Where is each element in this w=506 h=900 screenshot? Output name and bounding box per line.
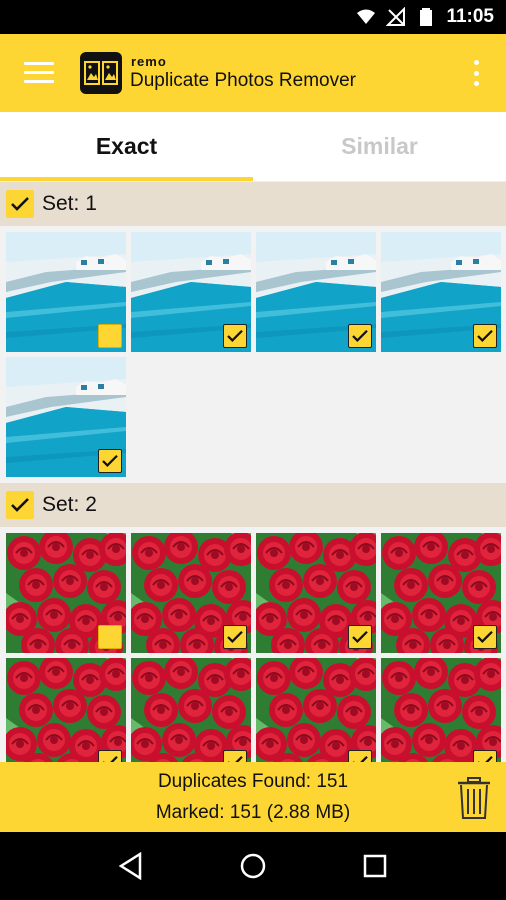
screen: 11:05 remo Duplicate Photos Remover Exac…	[0, 0, 506, 900]
photo-thumbnail[interactable]	[256, 232, 376, 352]
tab-bar: Exact Similar	[0, 112, 506, 182]
photo-thumbnail[interactable]	[6, 658, 126, 762]
summary-bar: Duplicates Found: 151 Marked: 151 (2.88 …	[0, 762, 506, 832]
battery-icon	[420, 8, 433, 26]
photo-checkbox[interactable]	[348, 750, 372, 762]
tab-similar[interactable]: Similar	[253, 112, 506, 181]
photo-thumbnail[interactable]	[256, 658, 376, 762]
photo-thumbnail[interactable]	[6, 232, 126, 352]
home-icon[interactable]	[233, 846, 273, 886]
back-icon[interactable]	[111, 846, 151, 886]
photo-thumbnail[interactable]	[256, 533, 376, 653]
set-label: Set: 2	[42, 493, 97, 516]
duplicates-found-text: Duplicates Found: 151	[157, 771, 349, 792]
photo-checkbox[interactable]	[348, 324, 372, 348]
photo-grid	[0, 226, 506, 483]
photo-checkbox[interactable]	[98, 750, 122, 762]
checkmark-icon	[11, 197, 29, 211]
recent-apps-icon[interactable]	[355, 846, 395, 886]
photo-checkbox[interactable]	[98, 625, 122, 649]
photo-checkbox[interactable]	[348, 625, 372, 649]
set-checkbox[interactable]	[6, 491, 34, 519]
menu-icon[interactable]	[24, 62, 54, 84]
app-logo-icon	[80, 52, 122, 94]
clock: 11:05	[446, 6, 494, 27]
checkmark-icon	[11, 498, 29, 512]
photo-checkbox[interactable]	[223, 324, 247, 348]
photo-grid	[0, 527, 506, 762]
navigation-bar	[0, 832, 506, 900]
photo-thumbnail[interactable]	[6, 357, 126, 477]
more-options-icon[interactable]	[472, 60, 480, 86]
tab-exact[interactable]: Exact	[0, 112, 253, 181]
photo-checkbox[interactable]	[223, 750, 247, 762]
photo-checkbox[interactable]	[98, 449, 122, 473]
set-header: Set: 2	[0, 483, 506, 527]
photo-checkbox[interactable]	[223, 625, 247, 649]
status-bar: 11:05	[0, 0, 506, 34]
photo-thumbnail[interactable]	[6, 533, 126, 653]
photo-thumbnail[interactable]	[381, 658, 501, 762]
photo-thumbnail[interactable]	[381, 533, 501, 653]
photo-checkbox[interactable]	[473, 750, 497, 762]
delete-icon[interactable]	[456, 776, 492, 820]
app-bar: remo Duplicate Photos Remover	[0, 34, 506, 112]
photo-thumbnail[interactable]	[131, 232, 251, 352]
set-label: Set: 1	[42, 192, 97, 215]
photo-thumbnail[interactable]	[131, 533, 251, 653]
no-signal-icon	[386, 7, 406, 26]
brand-name: remo	[131, 54, 167, 69]
set-checkbox[interactable]	[6, 190, 34, 218]
photo-thumbnail[interactable]	[381, 232, 501, 352]
photo-checkbox[interactable]	[98, 324, 122, 348]
set-header: Set: 1	[0, 182, 506, 226]
duplicate-sets-list: Set: 1 Set: 2	[0, 182, 506, 762]
photo-thumbnail[interactable]	[131, 658, 251, 762]
marked-text: Marked: 151 (2.88 MB)	[155, 802, 351, 823]
app-title: Duplicate Photos Remover	[130, 70, 356, 91]
photo-checkbox[interactable]	[473, 625, 497, 649]
photo-checkbox[interactable]	[473, 324, 497, 348]
wifi-icon	[357, 9, 376, 24]
